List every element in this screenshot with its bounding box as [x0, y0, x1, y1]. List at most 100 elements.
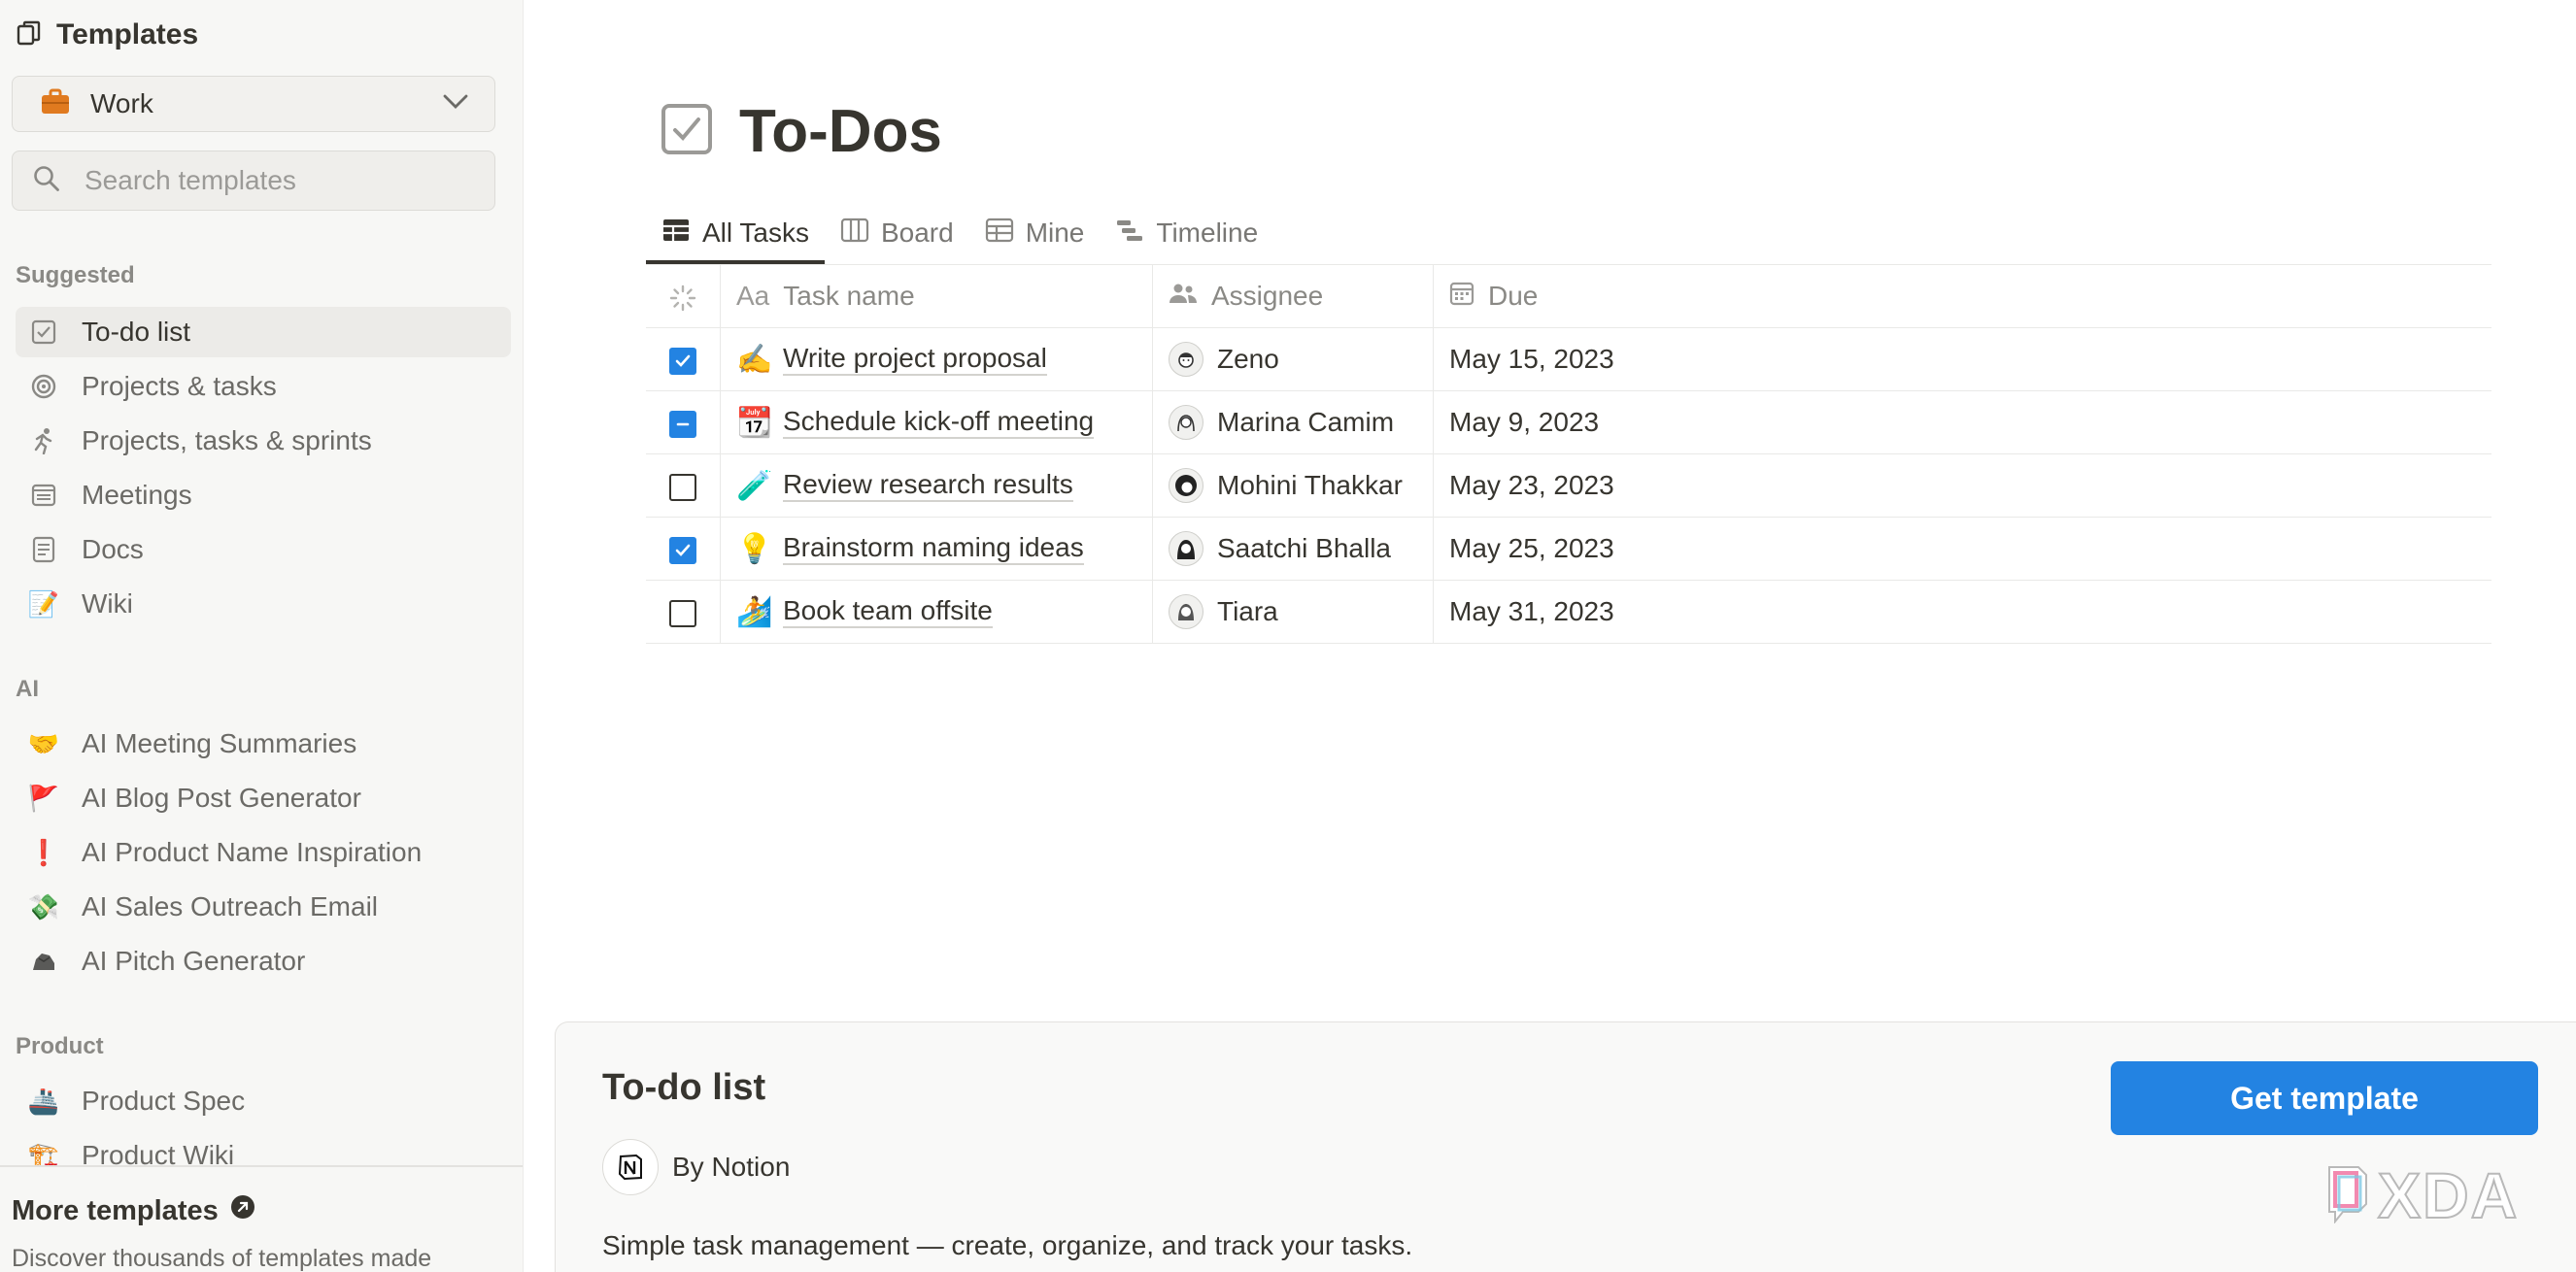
rock-icon [27, 945, 60, 978]
sidebar-item-ai-meeting-summaries[interactable]: 🤝 AI Meeting Summaries [16, 719, 511, 769]
task-checkbox[interactable] [669, 536, 696, 564]
sidebar-item-projects-tasks-sprints[interactable]: Projects, tasks & sprints [16, 416, 511, 466]
more-templates-label: More templates [12, 1194, 219, 1226]
templates-sidebar: Templates Work Suggested To-do list Proj… [0, 0, 524, 1272]
assignee-name: Mohini Thakkar [1217, 470, 1403, 500]
sidebar-header: Templates [16, 16, 198, 54]
sidebar-item-label: Product Spec [82, 1086, 246, 1116]
column-header-status[interactable] [646, 264, 721, 328]
task-name[interactable]: Review research results [783, 469, 1073, 502]
section-title-suggested: Suggested [16, 262, 135, 288]
task-name[interactable]: Book team offsite [783, 595, 993, 628]
checkbox-icon [27, 316, 60, 349]
arrow-up-right-circle-icon [230, 1194, 255, 1227]
category-select[interactable]: Work [12, 76, 495, 132]
sidebar-item-to-do-list[interactable]: To-do list [16, 307, 511, 357]
memo-icon: 📝 [27, 588, 60, 619]
tasks-table: Aa Task name Assignee Due ✍️ Write project… [646, 264, 2491, 644]
sidebar-item-label: To-do list [82, 317, 191, 347]
chevron-down-icon [442, 93, 469, 116]
avatar [1169, 468, 1203, 503]
search-input[interactable] [83, 164, 475, 197]
column-header-label: Due [1488, 281, 1539, 311]
avatar [1169, 342, 1203, 377]
tab-timeline[interactable]: Timeline [1100, 202, 1273, 256]
sidebar-item-wiki[interactable]: 📝 Wiki [16, 579, 511, 629]
sidebar-item-label: AI Product Name Inspiration [82, 837, 423, 867]
money-wings-icon: 💸 [27, 891, 60, 921]
sidebar-item-label: AI Pitch Generator [82, 946, 306, 976]
table-row: 🏄 Book team offsite Tiara May 31, 2023 [646, 580, 2491, 644]
more-templates-link[interactable]: More templates [12, 1194, 255, 1227]
search-templates [12, 151, 495, 211]
target-icon [27, 370, 60, 403]
sidebar-item-label: Projects & tasks [82, 371, 277, 401]
tab-label: Board [880, 218, 954, 248]
tab-mine[interactable]: Mine [969, 202, 1101, 256]
avatar [1169, 405, 1203, 440]
column-header-assignee[interactable]: Assignee [1152, 264, 1434, 328]
more-templates-desc: Discover thousands of templates made [12, 1245, 432, 1272]
column-header-label: Assignee [1211, 281, 1324, 311]
column-header-due[interactable]: Due [1433, 264, 2491, 328]
due-date: May 25, 2023 [1449, 533, 1614, 563]
tab-all-tasks[interactable]: All Tasks [646, 202, 825, 264]
more-templates-footer: More templates Discover thousands of tem… [0, 1165, 523, 1272]
timeline-icon [1115, 218, 1144, 250]
template-info-card: To-do list By Notion Simple task managem… [555, 1021, 2576, 1272]
task-name[interactable]: Write project proposal [783, 343, 1047, 376]
sidebar-item-label: AI Sales Outreach Email [82, 891, 379, 921]
sidebar-item-meetings[interactable]: Meetings [16, 470, 511, 520]
view-tabs: All Tasks Board Mine Timeline [646, 202, 1273, 264]
due-date: May 31, 2023 [1449, 596, 1614, 626]
sidebar-item-ai-blog-post-generator[interactable]: 🚩 AI Blog Post Generator [16, 773, 511, 823]
template-name: To-do list [602, 1067, 766, 1108]
sidebar-item-ai-pitch-generator[interactable]: AI Pitch Generator [16, 936, 511, 987]
task-name[interactable]: Brainstorm naming ideas [783, 532, 1084, 565]
section-title-ai: AI [16, 676, 39, 702]
red-flag-icon: 🚩 [27, 783, 60, 813]
task-checkbox[interactable] [669, 599, 696, 627]
writing-hand-icon: ✍️ [736, 343, 773, 376]
sidebar-item-label: Docs [82, 534, 144, 564]
assignee-name: Saatchi Bhalla [1217, 533, 1392, 563]
tab-label: Timeline [1156, 218, 1259, 248]
assignee-name: Tiara [1217, 596, 1278, 626]
xda-logo-icon [2325, 1163, 2370, 1228]
task-checkbox[interactable] [669, 473, 696, 501]
task-checkbox[interactable] [669, 410, 696, 438]
sidebar-item-ai-product-name-inspiration[interactable]: ❗ AI Product Name Inspiration [16, 827, 511, 878]
template-description: Simple task management — create, organiz… [602, 1230, 1413, 1260]
sidebar-item-label: Wiki [82, 588, 133, 619]
page-title-text: To-Dos [739, 98, 942, 165]
table-row: 🧪 Review research results Mohini Thakkar … [646, 453, 2491, 518]
task-name[interactable]: Schedule kick-off meeting [783, 406, 1095, 439]
calendar-icon [1449, 281, 1474, 313]
document-icon [27, 533, 60, 566]
get-template-button[interactable]: Get template [2111, 1061, 2538, 1135]
sidebar-item-projects-tasks[interactable]: Projects & tasks [16, 361, 511, 412]
page-title: To-Dos [660, 97, 942, 166]
briefcase-icon [40, 87, 71, 121]
table-icon [985, 218, 1014, 250]
table-row: ✍️ Write project proposal Zeno May 15, 20… [646, 327, 2491, 391]
sidebar-title: Templates [56, 18, 199, 50]
task-checkbox[interactable] [669, 347, 696, 375]
due-date: May 15, 2023 [1449, 344, 1614, 374]
section-title-product: Product [16, 1033, 104, 1059]
xda-watermark: XDA [2325, 1158, 2519, 1232]
calendar-icon: 📆 [736, 406, 773, 439]
sidebar-item-docs[interactable]: Docs [16, 524, 511, 575]
column-header-label: Task name [783, 281, 915, 311]
tab-board[interactable]: Board [825, 202, 969, 256]
category-label: Work [90, 88, 153, 118]
author-label: By Notion [672, 1152, 791, 1182]
notion-logo-icon [602, 1139, 659, 1195]
sidebar-item-label: AI Blog Post Generator [82, 783, 361, 813]
search-icon [32, 164, 61, 198]
column-header-task-name[interactable]: Aa Task name [720, 264, 1153, 328]
sidebar-item-product-spec[interactable]: 🚢 Product Spec [16, 1076, 511, 1126]
people-icon [1169, 281, 1198, 312]
sidebar-item-ai-sales-outreach-email[interactable]: 💸 AI Sales Outreach Email [16, 882, 511, 932]
watermark-text: XDA [2377, 1158, 2520, 1232]
